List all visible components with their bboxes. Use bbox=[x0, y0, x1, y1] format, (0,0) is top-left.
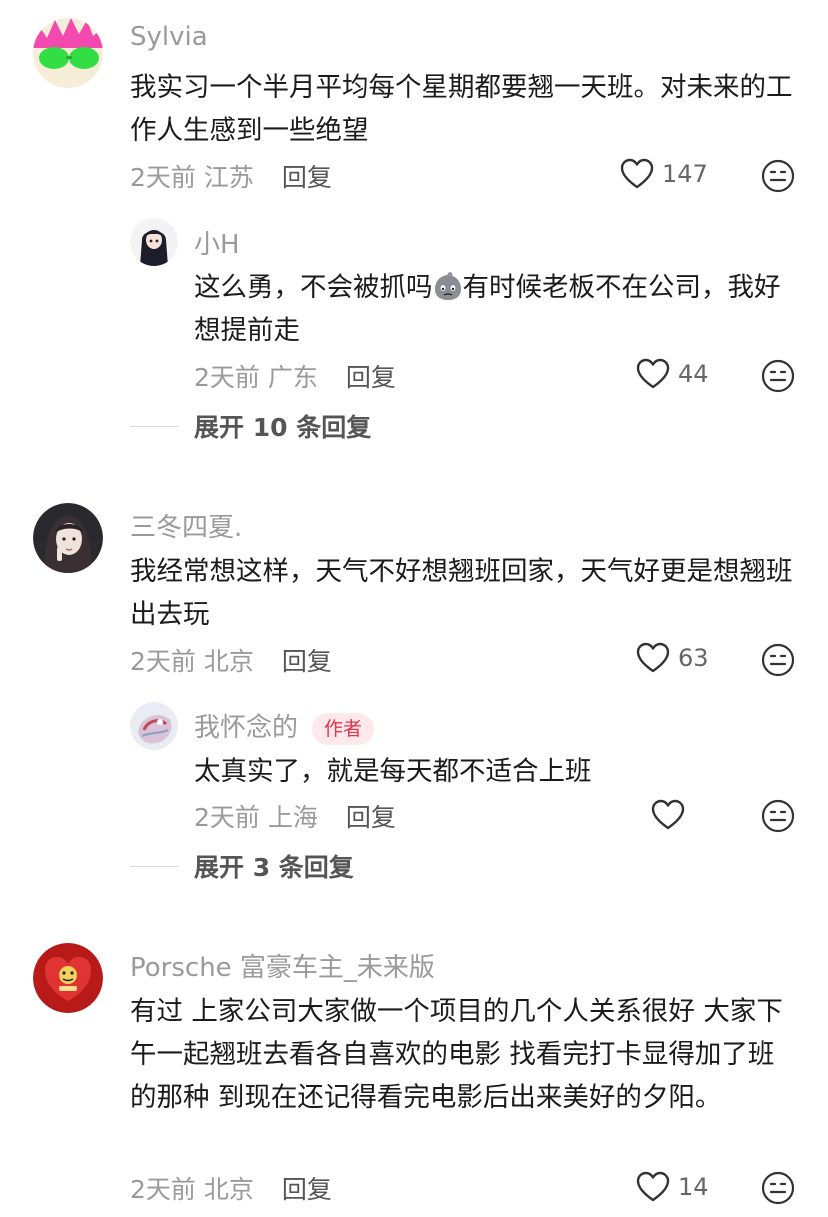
username[interactable]: Porsche 富豪车主_未来版 bbox=[130, 947, 435, 984]
reply-location: 广东 bbox=[267, 363, 318, 392]
blob-sweat-emoji-icon bbox=[433, 272, 463, 302]
like-button[interactable]: 14 bbox=[636, 1171, 709, 1203]
reply-username-text: 我怀念的 bbox=[194, 713, 299, 743]
like-button[interactable]: 44 bbox=[636, 358, 709, 390]
emoji-reaction-icon[interactable] bbox=[761, 1171, 795, 1205]
expand-replies-button[interactable]: 展开 10 条回复 bbox=[130, 408, 371, 444]
expand-label: 展开 10 条回复 bbox=[194, 413, 372, 442]
reply-avatar[interactable] bbox=[130, 702, 178, 750]
comment-meta: 2天前 北京 回复 bbox=[130, 1170, 332, 1206]
reply-username[interactable]: 我怀念的 作者 bbox=[194, 707, 375, 745]
reply-text: 太真实了，就是每天都不适合上班 bbox=[194, 756, 592, 787]
like-button[interactable] bbox=[651, 799, 685, 831]
comment-location: 北京 bbox=[203, 1175, 254, 1204]
avatar[interactable] bbox=[33, 943, 103, 1013]
reply-time: 2天前 bbox=[194, 803, 260, 832]
heart-icon bbox=[651, 799, 685, 830]
expand-replies-button[interactable]: 展开 3 条回复 bbox=[130, 848, 354, 884]
emoji-reaction-icon[interactable] bbox=[761, 643, 795, 677]
heart-icon bbox=[636, 642, 670, 673]
reply-meta: 2天前 广东 回复 bbox=[194, 358, 396, 394]
comment-time: 2天前 bbox=[130, 163, 196, 192]
username[interactable]: 三冬四夏. bbox=[130, 507, 242, 544]
like-button[interactable]: 63 bbox=[636, 642, 709, 674]
avatar[interactable] bbox=[33, 18, 103, 88]
reply-meta: 2天前 上海 回复 bbox=[194, 798, 396, 834]
reply-avatar[interactable] bbox=[130, 218, 178, 266]
heart-icon bbox=[636, 358, 670, 389]
like-button[interactable]: 147 bbox=[620, 158, 708, 190]
comment-time: 2天前 bbox=[130, 1175, 196, 1204]
reply-button[interactable]: 回复 bbox=[282, 163, 332, 192]
divider bbox=[130, 865, 178, 867]
reply-button[interactable]: 回复 bbox=[282, 647, 332, 676]
comment-location: 江苏 bbox=[203, 163, 254, 192]
like-count: 147 bbox=[662, 160, 708, 188]
comment-meta: 2天前 江苏 回复 bbox=[130, 158, 332, 194]
like-count: 63 bbox=[678, 644, 709, 672]
reply-username[interactable]: 小H bbox=[194, 224, 240, 261]
comment-location: 北京 bbox=[203, 647, 254, 676]
comment-meta: 2天前 北京 回复 bbox=[130, 642, 332, 678]
username[interactable]: Sylvia bbox=[130, 22, 208, 52]
comment-time: 2天前 bbox=[130, 647, 196, 676]
heart-icon bbox=[636, 1171, 670, 1202]
expand-label: 展开 3 条回复 bbox=[194, 853, 354, 882]
reply-text: 这么勇，不会被抓吗 有时候老板不在公司，我好想提前走 bbox=[194, 272, 781, 346]
reply-button[interactable]: 回复 bbox=[346, 363, 396, 392]
comment-text: 我实习一个半月平均每个星期都要翘一天班。对未来的工作人生感到一些绝望 bbox=[130, 72, 793, 146]
like-count: 14 bbox=[678, 1173, 709, 1201]
emoji-reaction-icon[interactable] bbox=[761, 799, 795, 833]
reply-time: 2天前 bbox=[194, 363, 260, 392]
reply-button[interactable]: 回复 bbox=[282, 1175, 332, 1204]
comment-text: 我经常想这样，天气不好想翘班回家，天气好更是想翘班出去玩 bbox=[130, 556, 793, 630]
reply-location: 上海 bbox=[267, 803, 318, 832]
author-badge: 作者 bbox=[312, 712, 375, 745]
like-count: 44 bbox=[678, 360, 709, 388]
emoji-reaction-icon[interactable] bbox=[761, 359, 795, 393]
heart-icon bbox=[620, 158, 654, 189]
divider bbox=[130, 425, 178, 427]
comment-text: 有过 上家公司大家做一个项目的几个人关系很好 大家下午一起翘班去看各自喜欢的电影… bbox=[130, 996, 783, 1113]
reply-button[interactable]: 回复 bbox=[346, 803, 396, 832]
avatar[interactable] bbox=[33, 503, 103, 573]
emoji-reaction-icon[interactable] bbox=[761, 159, 795, 193]
